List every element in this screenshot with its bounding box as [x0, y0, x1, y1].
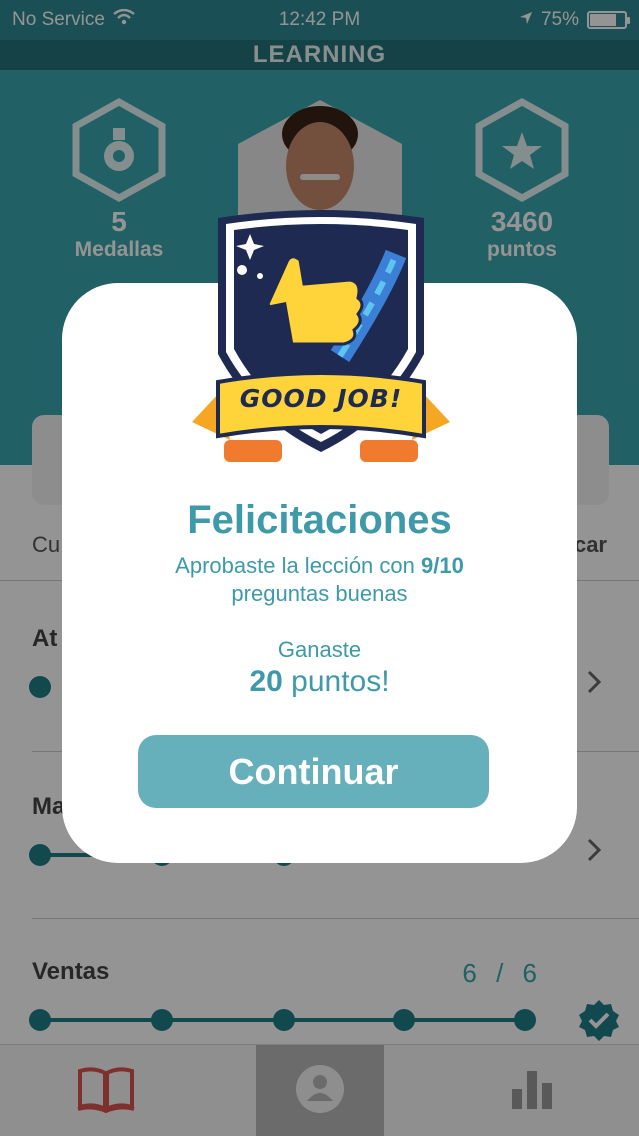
modal-message: Aprobaste la lección con 9/10 preguntas …: [62, 552, 577, 608]
good-job-badge-icon: [190, 204, 452, 466]
earned-label: Ganaste: [277, 637, 362, 662]
earned-points: 20 puntos!: [62, 665, 577, 699]
score-value: 9/10: [421, 553, 464, 578]
points-earned-suffix: puntos!: [282, 665, 390, 698]
good-job-text: GOOD JOB!: [239, 384, 403, 413]
modal-title: Felicitaciones: [187, 498, 452, 542]
message-prefix: Aprobaste la lección con: [175, 553, 421, 578]
points-earned-value: 20: [249, 665, 283, 698]
message-line-2: preguntas buenas: [231, 581, 408, 606]
continue-button[interactable]: Continuar: [138, 735, 489, 808]
